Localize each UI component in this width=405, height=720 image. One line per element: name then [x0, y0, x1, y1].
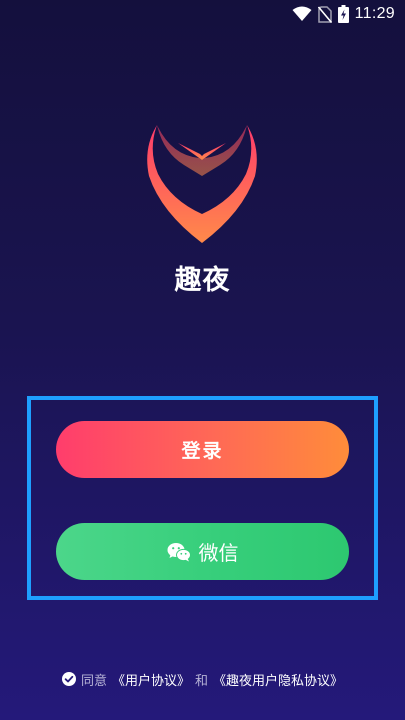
login-button-label: 登录 — [181, 441, 224, 462]
no-sim-icon — [317, 5, 332, 23]
wifi-icon — [292, 6, 312, 21]
privacy-agreement-link[interactable]: 《趣夜用户隐私协议》 — [213, 670, 343, 689]
status-bar: 11:29 — [0, 0, 405, 28]
app-name: 趣夜 — [174, 265, 231, 296]
user-agreement-link[interactable]: 《用户协议》 — [112, 670, 190, 689]
heart-logo-icon — [147, 125, 257, 243]
agreement-prefix: 同意 — [80, 673, 107, 689]
wechat-icon — [167, 542, 191, 561]
wechat-button-label: 微信 — [198, 543, 239, 565]
agreement-row: 同意 《用户协议》 和 《趣夜用户隐私协议》 — [0, 670, 405, 689]
agreement-conjunction: 和 — [195, 673, 209, 689]
battery-charging-icon — [337, 5, 349, 23]
login-button[interactable]: 登录 — [56, 421, 349, 478]
wechat-login-button[interactable]: 微信 — [56, 523, 349, 580]
check-circle-icon[interactable] — [61, 672, 76, 686]
status-time: 11:29 — [354, 5, 395, 22]
